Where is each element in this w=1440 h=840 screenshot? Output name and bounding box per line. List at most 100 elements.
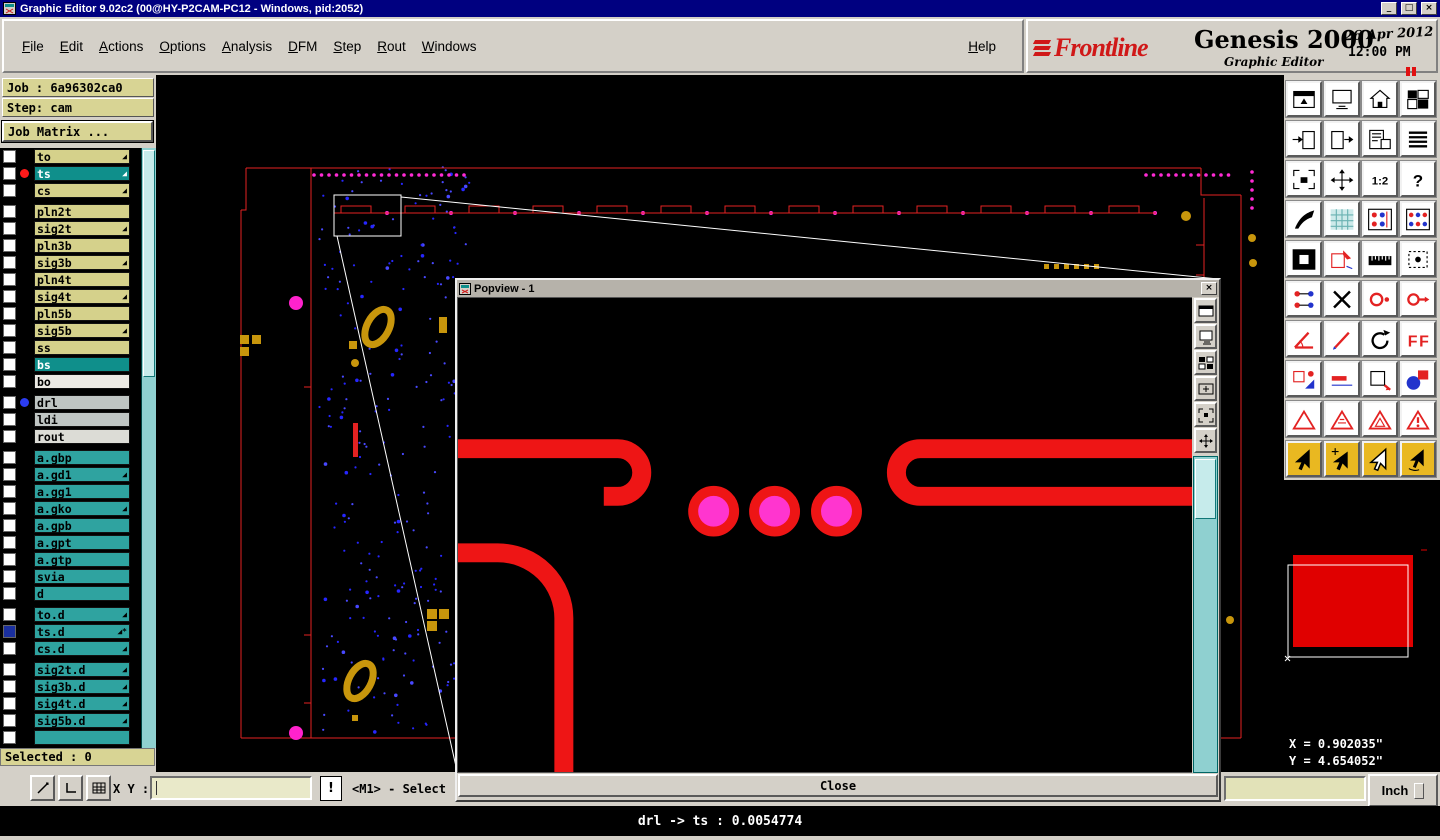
layer-active-indicator[interactable] [20,360,29,369]
layer-active-indicator[interactable] [20,716,29,725]
dfm-triangle-inner-button[interactable] [1361,400,1399,438]
corner-tool-button[interactable] [58,775,83,801]
layer-name-button[interactable]: bs [34,357,130,372]
layer-name-button[interactable]: a.gpt [34,535,130,550]
line-width-button[interactable] [1323,360,1361,398]
layer-active-indicator[interactable] [20,627,29,636]
pad-grid-alt-button[interactable] [1399,200,1437,238]
layer-active-indicator[interactable] [20,275,29,284]
layer-visibility-checkbox[interactable] [3,324,16,337]
layer-active-indicator[interactable] [20,453,29,462]
menu-file[interactable]: File [22,39,44,54]
layer-stack-button[interactable] [1399,120,1437,158]
layer-name-button[interactable]: rout [34,429,130,444]
layer-visibility-checkbox[interactable] [3,184,16,197]
delete-cross-button[interactable] [1323,280,1361,318]
pan-arrows-button[interactable] [1323,160,1361,198]
layer-visibility-checkbox[interactable] [3,519,16,532]
monitor-button[interactable] [1323,80,1361,118]
layer-visibility-checkbox[interactable] [3,341,16,354]
layer-name-button[interactable]: sig2t ◢ [34,221,130,236]
dfm-triangle-button[interactable] [1285,400,1323,438]
exclaim-button[interactable]: ! [320,776,342,801]
layer-visibility-checkbox[interactable] [3,256,16,269]
select-arrow-rotate-button[interactable] [1399,440,1437,478]
layer-visibility-checkbox[interactable] [3,167,16,180]
knife-button[interactable] [1285,200,1323,238]
circle-pick-button[interactable] [1361,280,1399,318]
select-arrow-open-button[interactable] [1361,440,1399,478]
angle-measure-button[interactable] [1285,320,1323,358]
layer-visibility-checkbox[interactable] [3,485,16,498]
menu-help[interactable]: Help [968,39,996,54]
popview-title-bar[interactable]: Popview - 1 × [457,280,1219,297]
net-connect-button[interactable] [1285,280,1323,318]
layer-active-indicator[interactable] [20,487,29,496]
dfm-triangle-mark-button[interactable] [1399,400,1437,438]
rotate-button[interactable] [1361,320,1399,358]
layer-name-button[interactable]: d [34,586,130,601]
layer-visibility-checkbox[interactable] [3,608,16,621]
popview-close-x-button[interactable]: × [1201,282,1217,295]
layer-name-button[interactable]: pln5b [34,306,130,321]
layer-active-indicator[interactable] [20,733,29,742]
layer-name-button[interactable]: sig3b ◢ [34,255,130,270]
preview-page-button[interactable] [1361,120,1399,158]
select-arrow-button[interactable] [1285,440,1323,478]
zoom-ratio-button[interactable]: 1:2 [1361,160,1399,198]
layer-visibility-checkbox[interactable] [3,307,16,320]
menu-edit[interactable]: Edit [60,39,83,54]
layer-name-button[interactable]: sig2t.d ◢ [34,662,130,677]
popview-close-button[interactable]: Close [458,774,1218,797]
selection-box-button[interactable] [1399,240,1437,278]
layer-name-button[interactable]: a.gko ◢ [34,501,130,516]
layer-active-indicator[interactable] [20,186,29,195]
xy-input[interactable] [152,778,310,798]
select-arrow-plus-button[interactable] [1323,440,1361,478]
layer-name-button[interactable]: drl [34,395,130,410]
popview-fit-button[interactable] [1194,402,1217,427]
layer-active-indicator[interactable] [20,504,29,513]
close-button[interactable]: × [1421,2,1437,15]
layer-active-indicator[interactable] [20,152,29,161]
layer-active-indicator[interactable] [20,309,29,318]
layer-visibility-checkbox[interactable] [3,697,16,710]
minimize-button[interactable]: _ [1381,2,1397,15]
layer-name-button[interactable]: ss [34,340,130,355]
layer-active-indicator[interactable] [20,343,29,352]
layer-name-button[interactable]: sig4t.d ◢ [34,696,130,711]
layer-visibility-checkbox[interactable] [3,536,16,549]
layer-active-indicator[interactable] [20,258,29,267]
transform-box-button[interactable] [1361,360,1399,398]
pad-edit-button[interactable] [1285,360,1323,398]
layer-visibility-checkbox[interactable] [3,714,16,727]
layer-name-button[interactable]: pln2t [34,204,130,219]
popview-scrollbar[interactable] [1193,456,1218,773]
shape-edit-button[interactable] [1323,240,1361,278]
layer-visibility-checkbox[interactable] [3,205,16,218]
layer-active-indicator[interactable] [20,610,29,619]
popview-panel-button[interactable] [1194,376,1217,401]
layer-active-indicator[interactable] [20,398,29,407]
layer-active-indicator[interactable] [20,326,29,335]
layer-active-indicator[interactable] [20,682,29,691]
layer-active-indicator[interactable] [20,555,29,564]
layer-name-button[interactable]: a.gtp [34,552,130,567]
units-button[interactable]: Inch [1368,774,1438,807]
readout-field[interactable] [1224,776,1366,801]
popview-move-button[interactable] [1194,428,1217,453]
layer-visibility-checkbox[interactable] [3,625,16,638]
export-view-button[interactable] [1323,120,1361,158]
menu-dfm[interactable]: DFM [288,39,317,54]
layer-visibility-checkbox[interactable] [3,413,16,426]
layer-name-button[interactable]: to.d ◢ [34,607,130,622]
layer-active-indicator[interactable] [20,415,29,424]
dfm-triangle-lines-button[interactable] [1323,400,1361,438]
menu-actions[interactable]: Actions [99,39,143,54]
layer-active-indicator[interactable] [20,241,29,250]
layer-visibility-checkbox[interactable] [3,239,16,252]
layer-visibility-checkbox[interactable] [3,468,16,481]
layer-visibility-checkbox[interactable] [3,396,16,409]
maximize-button[interactable]: □ [1401,2,1417,15]
menu-step[interactable]: Step [333,39,361,54]
